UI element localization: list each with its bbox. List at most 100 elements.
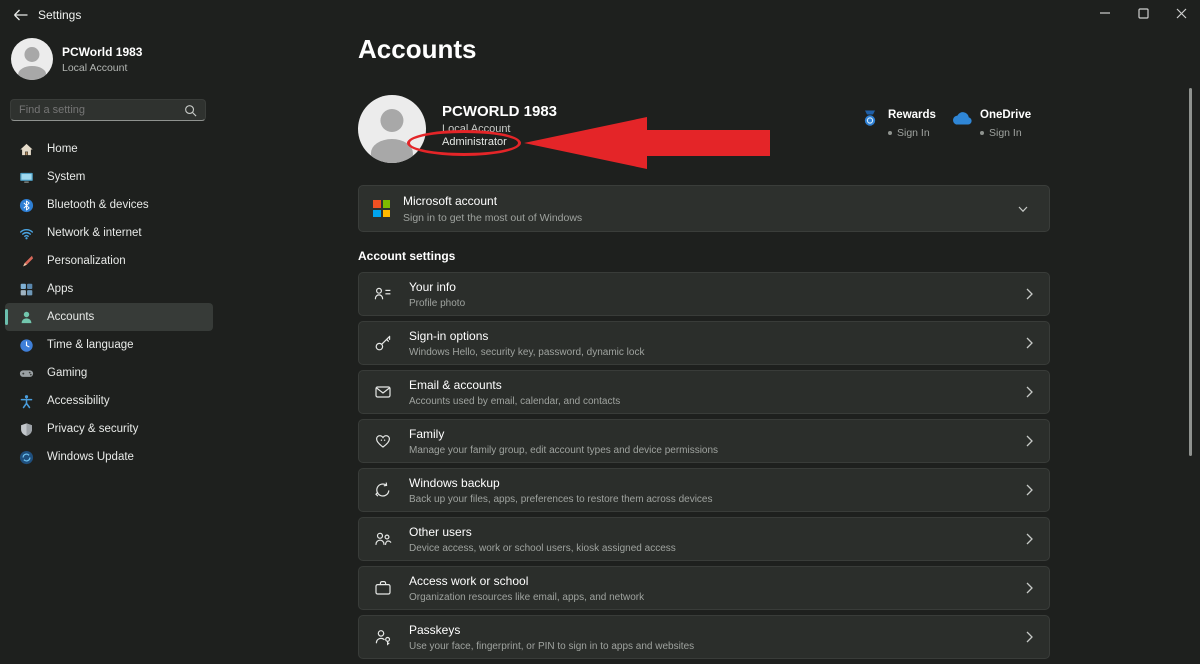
back-arrow-icon [13,8,29,22]
maximize-icon [1138,8,1149,19]
row-passkeys[interactable]: Passkeys Use your face, fingerprint, or … [358,615,1050,659]
row-subtitle: Profile photo [409,298,1023,309]
update-icon [18,449,34,465]
minimize-icon [1099,7,1111,19]
wifi-icon [18,225,34,241]
row-family[interactable]: Family Manage your family group, edit ac… [358,419,1050,463]
settings-window: Settings PCWorld 1983 Local Account [0,0,1200,647]
row-title: Family [409,427,1023,441]
sidebar-item-accessibility[interactable]: Accessibility [5,387,213,415]
rewards-signin-label: Sign In [897,127,930,139]
row-subtitle: Accounts used by email, calendar, and co… [409,396,1023,407]
sidebar-item-privacy[interactable]: Privacy & security [5,415,213,443]
row-subtitle: Use your face, fingerprint, or PIN to si… [409,641,1023,652]
row-subtitle: Back up your files, apps, preferences to… [409,494,1023,505]
row-title: Other users [409,525,1023,539]
row-email-accounts[interactable]: Email & accounts Accounts used by email,… [358,370,1050,414]
sidebar-nav: Home System Bluetooth & devices Network … [0,135,220,471]
row-title: Passkeys [409,623,1023,637]
other-users-icon [373,529,393,549]
back-button[interactable] [8,4,34,26]
search-box[interactable] [10,99,206,121]
row-your-info[interactable]: Your info Profile photo [358,272,1050,316]
microsoft-logo-icon [373,200,390,217]
bullet-icon [888,131,892,135]
profile-name: PCWORLD 1983 [442,103,557,120]
onedrive-signin[interactable]: OneDrive Sign In [950,105,1031,139]
sidebar-item-home[interactable]: Home [5,135,213,163]
search-input[interactable] [19,104,184,116]
sidebar-item-label: Accounts [47,311,94,323]
maximize-button[interactable] [1124,0,1162,26]
row-windows-backup[interactable]: Windows backup Back up your files, apps,… [358,468,1050,512]
sidebar-item-personalization[interactable]: Personalization [5,247,213,275]
app-title: Settings [38,8,81,22]
row-title: Your info [409,280,1023,294]
row-subtitle: Organization resources like email, apps,… [409,592,1023,603]
rewards-signin[interactable]: Rewards Sign In [858,105,936,139]
profile-avatar[interactable] [358,95,426,163]
chevron-down-icon [1017,203,1029,215]
scrollbar-thumb[interactable] [1189,88,1192,456]
chevron-right-icon [1023,287,1035,301]
minimize-button[interactable] [1086,0,1124,26]
chevron-right-icon [1023,336,1035,350]
accessibility-icon [18,393,34,409]
sidebar-item-system[interactable]: System [5,163,213,191]
sidebar-item-gaming[interactable]: Gaming [5,359,213,387]
row-access-work-school[interactable]: Access work or school Organization resou… [358,566,1050,610]
settings-rows: Your info Profile photo Sign-in options … [358,272,1050,664]
sidebar-item-label: System [47,171,85,183]
sidebar-item-time-language[interactable]: Time & language [5,331,213,359]
rewards-label: Rewards [888,109,936,121]
microsoft-account-banner[interactable]: Microsoft account Sign in to get the mos… [358,185,1050,232]
sidebar-item-label: Personalization [47,255,126,267]
chevron-right-icon [1023,434,1035,448]
row-subtitle: Device access, work or school users, kio… [409,543,1023,554]
sidebar-user-type: Local Account [62,62,142,74]
window-controls [1086,0,1200,26]
sidebar-item-accounts[interactable]: Accounts [5,303,213,331]
sidebar-item-label: Privacy & security [47,423,138,435]
sidebar: PCWorld 1983 Local Account Home System B… [0,30,220,647]
your-info-icon [373,284,393,304]
brush-icon [18,253,34,269]
chevron-right-icon [1023,630,1035,644]
gamepad-icon [18,365,34,381]
sidebar-user-card[interactable]: PCWorld 1983 Local Account [11,38,142,80]
email-icon [373,382,393,402]
sidebar-item-windows-update[interactable]: Windows Update [5,443,213,471]
sidebar-item-label: Accessibility [47,395,110,407]
briefcase-icon [373,578,393,598]
backup-icon [373,480,393,500]
chevron-right-icon [1023,532,1035,546]
row-other-users[interactable]: Other users Device access, work or schoo… [358,517,1050,561]
profile-role: Administrator [442,136,507,148]
bluetooth-icon [18,197,34,213]
row-title: Access work or school [409,574,1023,588]
onedrive-icon [950,107,974,131]
sidebar-item-label: Network & internet [47,227,142,239]
family-icon [373,431,393,451]
user-avatar [11,38,53,80]
sidebar-item-bluetooth[interactable]: Bluetooth & devices [5,191,213,219]
row-sign-in-options[interactable]: Sign-in options Windows Hello, security … [358,321,1050,365]
rewards-icon [858,107,882,131]
search-icon [184,104,197,117]
onedrive-label: OneDrive [980,109,1031,121]
sidebar-item-label: Apps [47,283,73,295]
sidebar-item-label: Bluetooth & devices [47,199,149,211]
chevron-right-icon [1023,581,1035,595]
sidebar-item-label: Windows Update [47,451,134,463]
row-title: Email & accounts [409,378,1023,392]
home-icon [18,141,34,157]
close-button[interactable] [1162,0,1200,26]
sidebar-item-network[interactable]: Network & internet [5,219,213,247]
section-label: Account settings [358,249,455,263]
sidebar-item-apps[interactable]: Apps [5,275,213,303]
chevron-right-icon [1023,385,1035,399]
row-title: Windows backup [409,476,1023,490]
shield-icon [18,421,34,437]
person-icon [18,309,34,325]
key-icon [373,333,393,353]
